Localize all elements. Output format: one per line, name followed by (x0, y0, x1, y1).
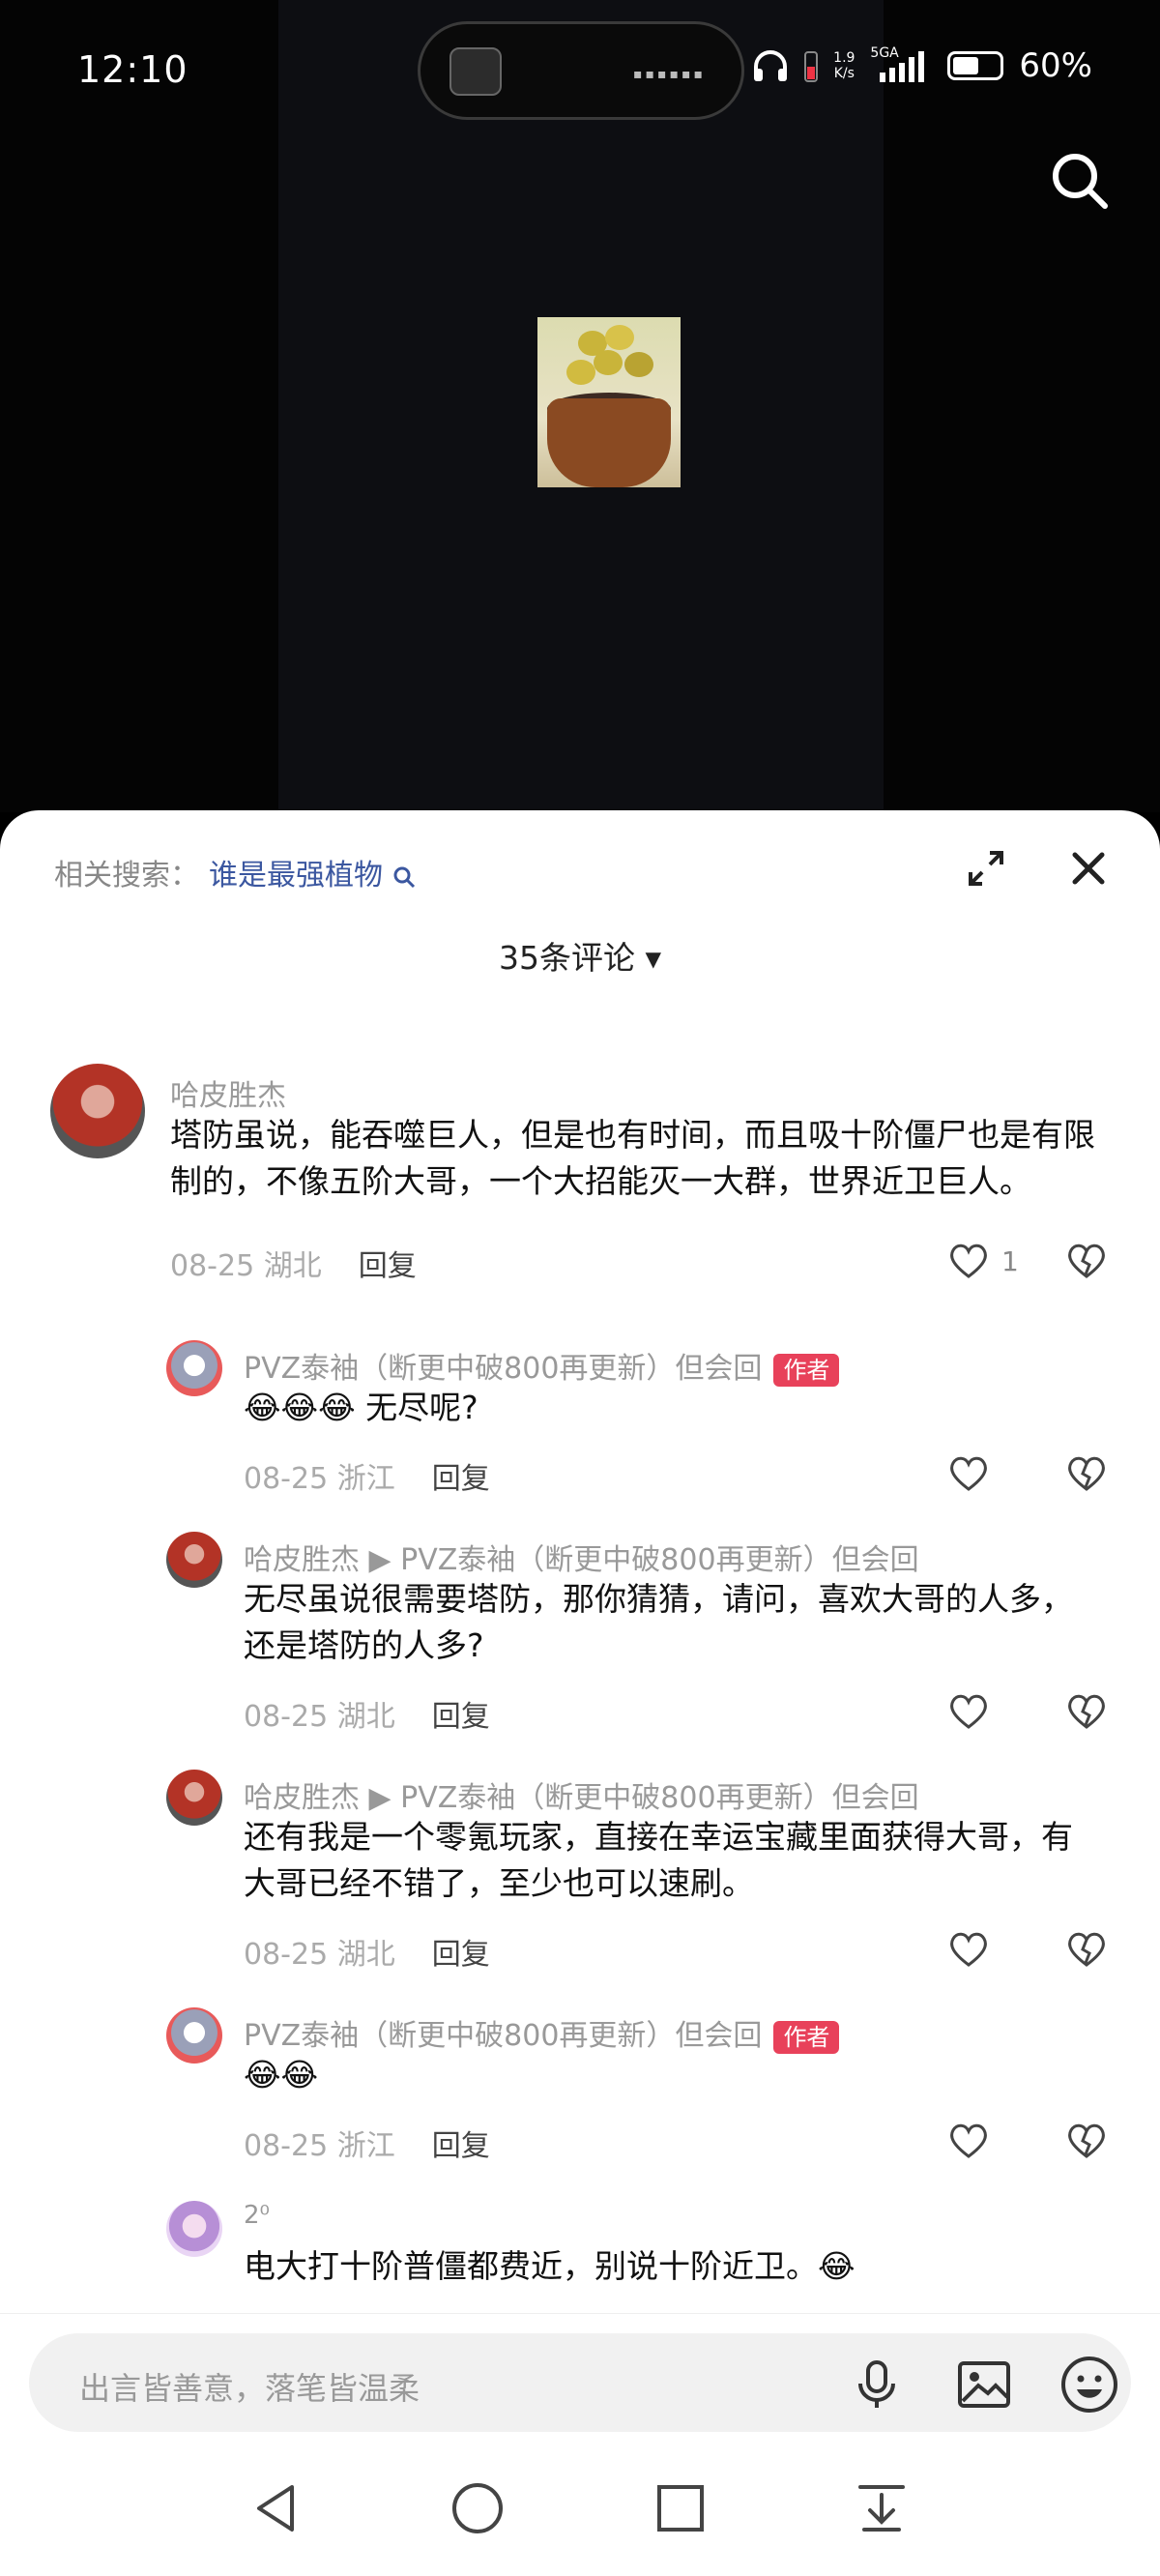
like-icon[interactable] (947, 1692, 990, 1731)
media-thumbnail (450, 47, 502, 96)
expand-icon[interactable] (967, 849, 1005, 888)
like-count: 1 (1001, 1245, 1019, 1277)
reply-item: PVZ泰袖（断更中破800再更新）但会回 作者 😂😂😂 无尽呢? 08-25 浙江… (0, 1340, 1160, 1505)
dislike-icon[interactable] (1065, 1692, 1108, 1731)
author-badge: 作者 (773, 2020, 840, 2054)
plant-thumbnail (537, 317, 681, 487)
battery-icon (947, 51, 1004, 80)
dislike-icon[interactable] (1065, 1454, 1108, 1493)
comment-username[interactable]: PVZ泰袖（断更中破800再更新）但会回 作者 (244, 1344, 840, 1387)
headphone-battery-icon (804, 51, 819, 82)
reply-item: 哈皮胜杰 ▶ PVZ泰袖（断更中破800再更新）但会回 还有我是一个零氪玩家，直… (0, 1770, 1160, 1982)
dynamic-island[interactable]: ▪▪▪▪▪▪ (418, 21, 744, 120)
like-icon[interactable] (947, 1454, 990, 1493)
comment-username[interactable]: 哈皮胜杰 ▶ PVZ泰袖（断更中破800再更新）但会回 (244, 1536, 919, 1578)
comment-text: 电大打十阶普僵都费近，别说十阶近卫。😂 (244, 2247, 856, 2285)
comment-username[interactable]: 哈皮胜杰 (170, 1071, 286, 1114)
comment-item: 哈皮胜杰 塔防虽说，能吞噬巨人，但是也有时间，而且吸十阶僵尸也是有限制的，不像五… (0, 1064, 1160, 1283)
avatar[interactable] (166, 1770, 222, 1826)
like-icon[interactable] (947, 2122, 990, 2160)
comment-meta: 08-25 浙江 回复 (244, 1462, 490, 1496)
comment-username[interactable]: 哈皮胜杰 ▶ PVZ泰袖（断更中破800再更新）但会回 (244, 1773, 919, 1816)
related-search[interactable]: 相关搜索： 谁是最强植物 (54, 851, 416, 893)
avatar[interactable] (50, 1064, 145, 1158)
avatar[interactable] (166, 1340, 222, 1396)
back-icon[interactable] (249, 2481, 304, 2535)
collapse-keyboard-icon[interactable] (855, 2481, 909, 2535)
microphone-icon[interactable] (853, 2360, 901, 2409)
dislike-icon[interactable] (1065, 1242, 1108, 1280)
related-search-label: 相关搜索： (54, 859, 199, 893)
search-small-icon (393, 866, 415, 888)
reply-button[interactable]: 回复 (432, 1700, 490, 1734)
battery-percent: 60% (1019, 46, 1092, 85)
home-icon[interactable] (450, 2481, 505, 2535)
comment-text: 无尽虽说很需要塔防，那你猜猜，请问，喜欢大哥的人多，还是塔防的人多? (244, 1580, 1073, 1664)
signal-icon: 5GA (870, 45, 932, 82)
reply-item: PVZ泰袖（断更中破800再更新）但会回 作者 😂😂 08-25 浙江 回复 (0, 2007, 1160, 2172)
reply-item: 哈皮胜杰 ▶ PVZ泰袖（断更中破800再更新）但会回 无尽虽说很需要塔防，那你… (0, 1532, 1160, 1744)
comment-username[interactable]: 2⁰ (244, 2201, 270, 2230)
like-icon[interactable] (947, 1242, 990, 1280)
reply-button[interactable]: 回复 (432, 2129, 490, 2163)
comment-meta: 08-25 湖北 回复 (244, 1938, 490, 1972)
dislike-icon[interactable] (1065, 1930, 1108, 1969)
reply-button[interactable]: 回复 (432, 1462, 490, 1496)
close-icon[interactable] (1069, 849, 1108, 888)
comment-text: 塔防虽说，能吞噬巨人，但是也有时间，而且吸十阶僵尸也是有限制的，不像五阶大哥，一… (170, 1116, 1095, 1200)
image-icon[interactable] (957, 2360, 1011, 2409)
reply-button[interactable]: 回复 (432, 1938, 490, 1972)
avatar[interactable] (166, 2007, 222, 2064)
status-icons: 1.9 K/s 5GA 60% (752, 45, 1092, 85)
comment-text: 还有我是一个零氪玩家，直接在幸运宝藏里面获得大哥，有大哥已经不错了，至少也可以速… (244, 1818, 1073, 1902)
comment-meta: 08-25 湖北 回复 (244, 1700, 490, 1734)
related-search-keyword[interactable]: 谁是最强植物 (209, 859, 383, 893)
network-speed: 1.9 K/s (833, 50, 856, 81)
clock: 12:10 (77, 48, 188, 91)
comment-meta: 08-25 浙江 回复 (244, 2129, 490, 2163)
like-icon[interactable] (947, 1930, 990, 1969)
comment-username[interactable]: PVZ泰袖（断更中破800再更新）但会回 作者 (244, 2011, 840, 2054)
headphones-icon (754, 50, 788, 81)
comment-input[interactable]: 出言皆善意，落笔皆温柔 (29, 2333, 1131, 2432)
comment-composer: 出言皆善意，落笔皆温柔 (0, 2313, 1160, 2439)
comment-count[interactable]: 35条评论 ▾ (0, 932, 1160, 979)
audio-wave-icon: ▪▪▪▪▪▪ (633, 67, 706, 82)
comment-text: 😂😂 (244, 2056, 319, 2093)
reply-item: 2⁰ 电大打十阶普僵都费近，别说十阶近卫。😂 (0, 2201, 1160, 2317)
comment-text: 😂😂😂 无尽呢? (244, 1389, 478, 1426)
avatar[interactable] (166, 2201, 222, 2257)
avatar[interactable] (166, 1532, 222, 1588)
dropdown-icon: ▾ (645, 939, 662, 977)
comment-input-placeholder: 出言皆善意，落笔皆温柔 (79, 2370, 420, 2407)
recents-icon[interactable] (653, 2481, 708, 2535)
reply-button[interactable]: 回复 (359, 1249, 417, 1283)
emoji-icon[interactable] (1059, 2355, 1119, 2415)
search-icon[interactable] (1050, 151, 1110, 211)
system-nav-bar (0, 2439, 1160, 2576)
dislike-icon[interactable] (1065, 2122, 1108, 2160)
comment-sheet: 相关搜索： 谁是最强植物 35条评论 ▾ 哈皮胜杰 塔防虽说，能吞噬巨人，但是也有… (0, 810, 1160, 2576)
status-bar: 12:10 ▪▪▪▪▪▪ 1.9 K/s 5GA 60% (0, 0, 1160, 143)
comment-meta: 08-25 湖北 回复 (170, 1249, 417, 1283)
author-badge: 作者 (773, 1353, 840, 1387)
